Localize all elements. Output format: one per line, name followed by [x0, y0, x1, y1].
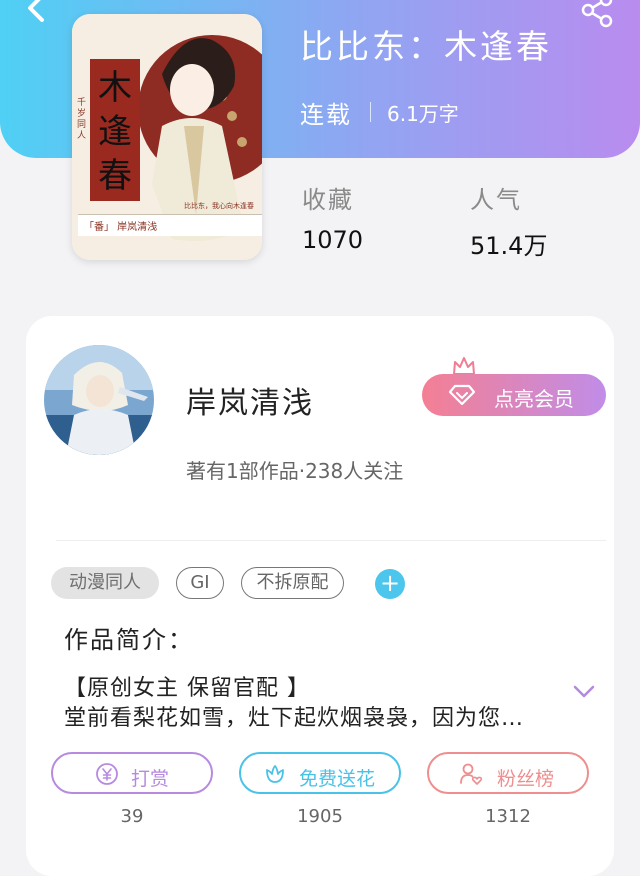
fans-count: 1312: [485, 806, 531, 827]
section-divider: [56, 540, 606, 541]
cover-title: 木 逢 春: [96, 66, 134, 198]
reward-button[interactable]: 打赏: [51, 752, 213, 794]
favorites-value: 1070: [302, 226, 364, 254]
serial-status: 连载: [300, 100, 352, 129]
status-row: 连载 6.1万字: [300, 96, 459, 129]
cover-caption: 比比东，我心向木逢春: [184, 202, 254, 210]
expand-intro-button[interactable]: [572, 684, 596, 700]
share-button[interactable]: [580, 0, 616, 30]
cover-title-char: 春: [98, 156, 132, 196]
author-avatar[interactable]: [44, 345, 154, 455]
popularity-value: 51.4万: [470, 232, 548, 260]
crown-icon: [453, 357, 475, 375]
reward-label: 打赏: [131, 768, 170, 790]
intro-line-2: 堂前看梨花如雪，灶下起炊烟袅袅，因为您…: [64, 706, 525, 731]
plus-icon: +: [379, 569, 401, 597]
status-divider: [370, 102, 371, 122]
yen-coin-icon: [96, 763, 118, 785]
cover-author-band: 「番」 岸岚清浅: [84, 222, 158, 233]
intro-heading: 作品简介：: [64, 626, 194, 654]
author-meta: 著有1部作品·238人关注: [186, 459, 404, 483]
word-count: 6.1万字: [387, 101, 459, 126]
send-flower-label: 免费送花: [299, 768, 376, 790]
send-flower-button[interactable]: 免费送花: [239, 752, 401, 794]
cover-side-text: 千岁同人: [77, 98, 87, 141]
avatar-image: [44, 345, 154, 455]
tag-category[interactable]: 动漫同人: [51, 567, 159, 599]
popularity-label: 人气: [470, 186, 522, 214]
tag-keep-pairing[interactable]: 不拆原配: [241, 567, 344, 599]
back-button[interactable]: [22, 0, 54, 26]
share-icon: [581, 0, 613, 28]
diamond-icon: [448, 384, 476, 406]
chevron-down-icon: [573, 685, 595, 698]
reward-count: 39: [120, 806, 144, 827]
add-tag-button[interactable]: +: [375, 569, 405, 599]
favorites-label: 收藏: [302, 186, 354, 214]
vip-membership-button[interactable]: 点亮会员: [422, 374, 606, 416]
intro-line-1: 【原创女主 保留官配 】: [64, 676, 310, 701]
vip-label: 点亮会员: [494, 387, 574, 411]
flower-icon: [266, 765, 284, 783]
fans-ranking-button[interactable]: 粉丝榜: [427, 752, 589, 794]
flower-count: 1905: [297, 806, 343, 827]
book-cover[interactable]: 木 逢 春 千岁同人 比比东，我心向木逢春 「番」 岸岚清浅: [72, 14, 262, 260]
cover-title-char: 逢: [98, 112, 132, 152]
fans-ranking-label: 粉丝榜: [497, 768, 555, 790]
tag-gi[interactable]: GI: [176, 567, 224, 599]
fans-ranking-icon: [460, 763, 483, 785]
author-name[interactable]: 岸岚清浅: [186, 378, 314, 422]
book-title: 比比东：木逢春: [300, 27, 552, 66]
cover-title-char: 木: [98, 68, 132, 108]
chevron-left-icon: [28, 0, 44, 22]
